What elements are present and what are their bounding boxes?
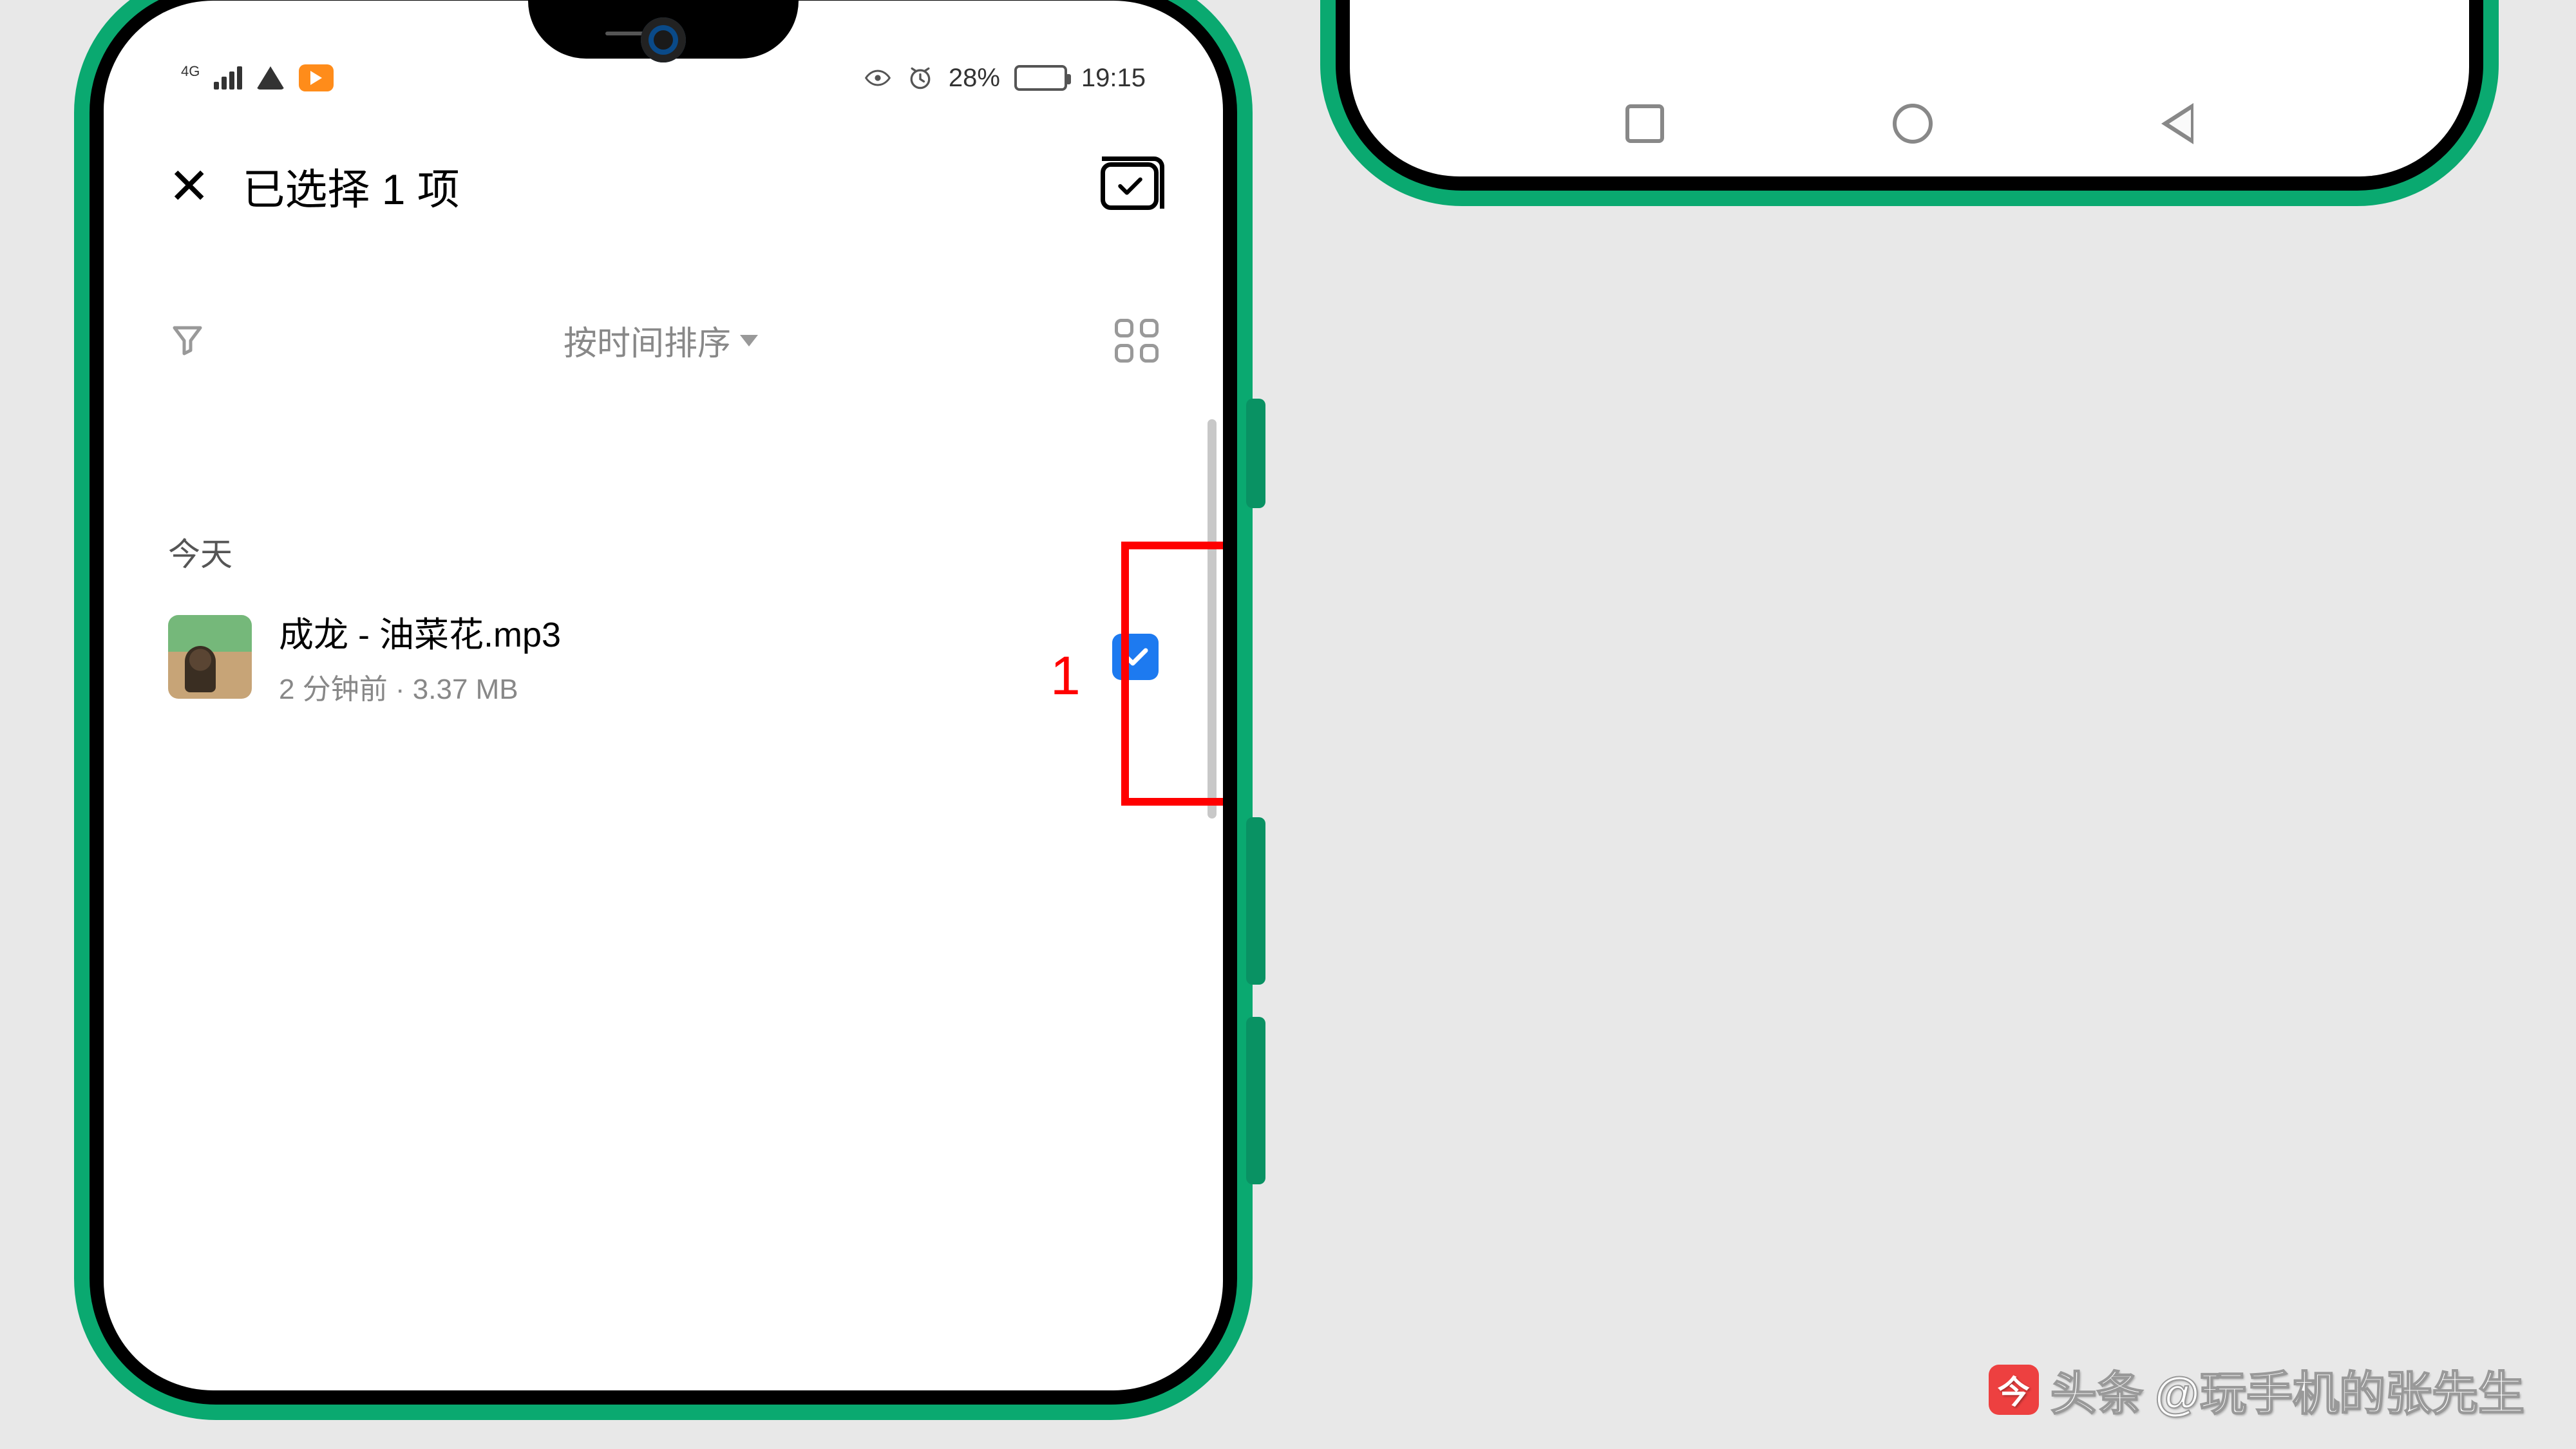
volume-down-button [1246,1017,1265,1184]
clock-time: 19:15 [1081,64,1146,93]
select-all-button[interactable] [1101,162,1159,210]
network-label: 4G [181,63,200,80]
battery-icon [1014,65,1067,91]
header-title: 已选择 1 项 [242,155,1068,217]
eye-icon [864,64,892,92]
file-name: 成龙 - 油菜花.mp3 [279,606,1085,657]
status-bar: 4G 28% 19:15 [104,46,1223,110]
nav-back-icon[interactable] [2161,103,2193,144]
close-icon[interactable]: ✕ [168,161,210,211]
watermark: 今 头条 @玩手机的张先生 [1989,1356,2524,1423]
sort-dropdown[interactable]: 按时间排序 [564,316,758,365]
filter-icon[interactable] [168,321,207,360]
chevron-down-icon [740,335,758,346]
annotation-label-1: 1 [1050,645,1081,707]
nav-recent-icon[interactable] [1625,104,1664,143]
system-nav-bar [1350,84,2469,164]
alarm-icon [906,64,934,92]
selection-header: ✕ 已选择 1 项 [104,155,1223,217]
watermark-prefix: 头条 [2050,1356,2143,1423]
file-thumbnail [168,615,252,699]
phone-right-frame: 分享 复制 删除 移动 更多 2 [1320,0,2499,206]
wifi-icon [256,66,285,90]
file-row[interactable]: 成龙 - 油菜花.mp3 2 分钟前 · 3.37 MB [168,606,1159,707]
phone-right-screen: 分享 复制 删除 移动 更多 2 [1350,0,2469,176]
signal-icon [214,66,242,90]
phone-left-screen: 4G 28% 19:15 ✕ 已选择 1 项 [104,1,1223,1390]
phone-side-button [1246,399,1265,508]
file-meta: 2 分钟前 · 3.37 MB [279,666,1085,707]
nav-home-icon[interactable] [1893,104,1933,144]
section-today-label: 今天 [168,529,232,575]
battery-text: 28% [949,64,1000,93]
media-app-icon [299,64,334,91]
annotation-box-1 [1121,542,1223,806]
sort-row: 按时间排序 [104,316,1223,365]
volume-up-button [1246,817,1265,985]
grid-view-icon[interactable] [1115,319,1159,363]
watermark-account: @玩手机的张先生 [2155,1356,2524,1423]
phone-left-frame: 4G 28% 19:15 ✕ 已选择 1 项 [74,0,1253,1420]
sort-label: 按时间排序 [564,316,731,365]
toutiao-logo-icon: 今 [1989,1365,2039,1415]
